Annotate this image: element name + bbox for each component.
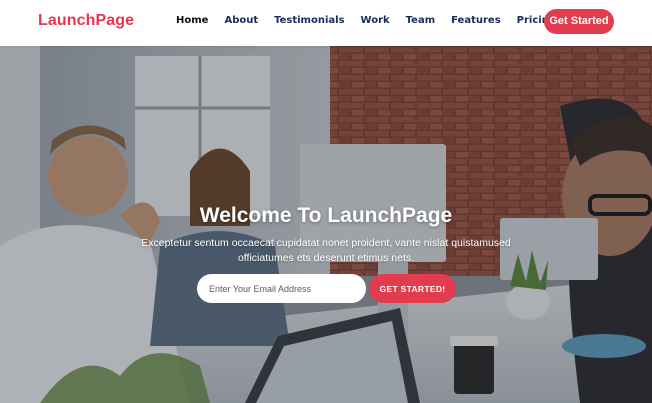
get-started-nav-button[interactable]: Get Started <box>544 9 614 34</box>
brand-logo[interactable]: LaunchPage <box>38 12 134 30</box>
nav-item-testimonials[interactable]: Testimonials <box>274 15 344 26</box>
main-nav: Home About Testimonials Work Team Featur… <box>176 15 572 26</box>
hero-subtitle: Exceptetur sentum occaecat cupidatat non… <box>141 237 511 264</box>
nav-item-work[interactable]: Work <box>361 15 390 26</box>
nav-item-features[interactable]: Features <box>451 15 501 26</box>
hero-title: Welcome To LaunchPage <box>199 204 453 227</box>
hero-section: Welcome To LaunchPage Exceptetur sentum … <box>0 46 652 403</box>
email-input[interactable] <box>197 274 366 303</box>
nav-item-team[interactable]: Team <box>406 15 435 26</box>
nav-item-home[interactable]: Home <box>176 15 208 26</box>
navbar: LaunchPage Home About Testimonials Work … <box>0 0 652 46</box>
get-started-hero-button[interactable]: GET STARTED! <box>369 274 456 303</box>
nav-item-about[interactable]: About <box>224 15 258 26</box>
